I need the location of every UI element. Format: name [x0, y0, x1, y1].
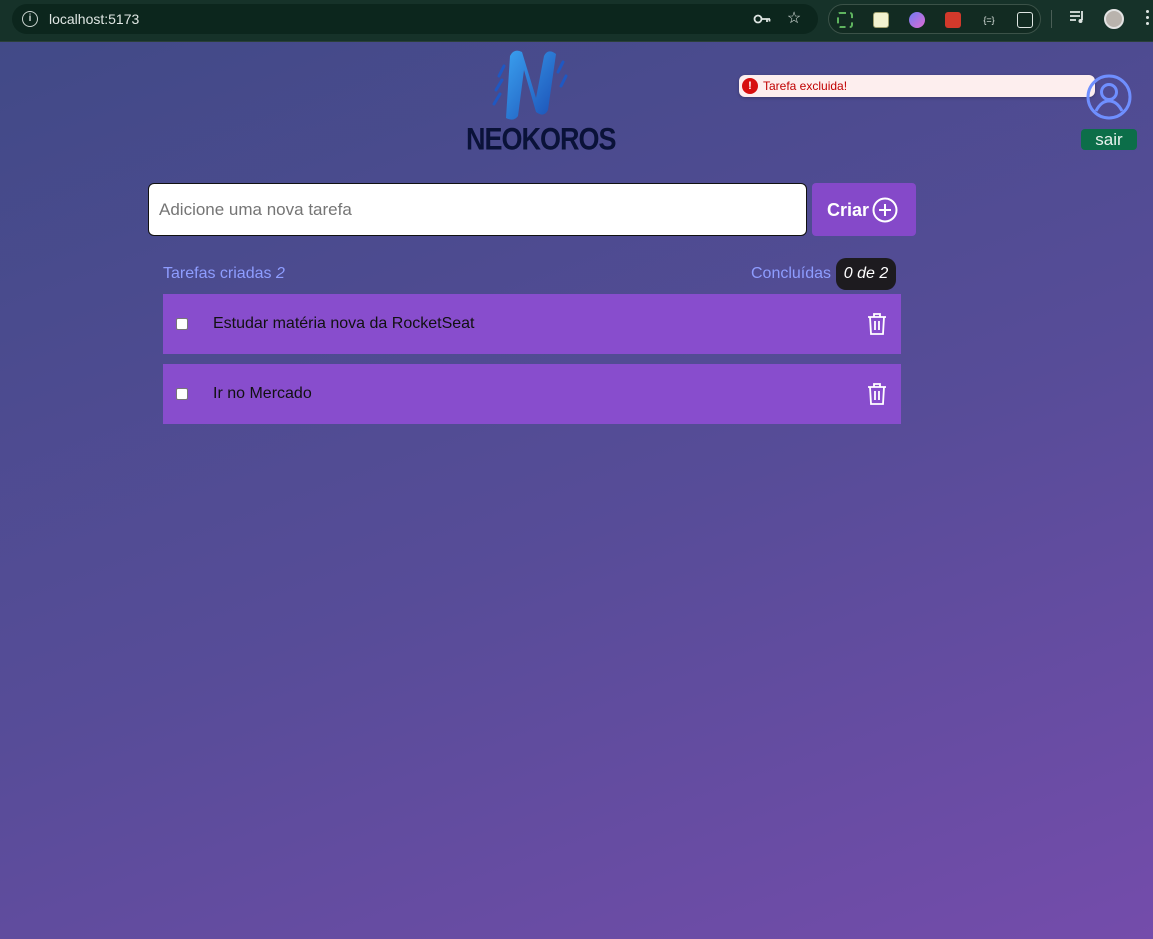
create-task-button[interactable]: Criar — [812, 183, 916, 236]
password-key-icon[interactable] — [752, 10, 772, 28]
logout-button[interactable]: sair — [1081, 129, 1137, 150]
red-extension-icon[interactable] — [945, 12, 961, 28]
address-bar[interactable]: i localhost:5173 ☆ — [12, 4, 818, 34]
toast-message: Tarefa excluida! — [763, 79, 848, 93]
user-circle-icon[interactable] — [1085, 73, 1133, 121]
browser-toolbar: i localhost:5173 ☆ {=} — [0, 0, 1153, 42]
done-tasks-label: Concluídas — [751, 265, 832, 282]
trash-icon[interactable] — [866, 382, 888, 406]
done-tasks-badge: 0 de 2 — [836, 258, 896, 290]
task-text: Estudar matéria nova da RocketSeat — [213, 315, 475, 332]
plus-circle-icon — [872, 197, 898, 223]
app-logo: NEOKOROS — [466, 46, 617, 157]
profile-avatar[interactable] — [1104, 9, 1124, 29]
task-text: Ir no Mercado — [213, 385, 312, 402]
new-task-input[interactable] — [148, 183, 807, 236]
sheets-extension-icon[interactable] — [873, 12, 889, 28]
gradient-extension-icon[interactable] — [909, 12, 925, 28]
created-tasks-counter: Tarefas criadas 2 — [163, 265, 285, 283]
trash-icon[interactable] — [866, 312, 888, 336]
puzzle-extensions-icon[interactable] — [1017, 12, 1033, 28]
task-checkbox[interactable] — [176, 388, 188, 400]
toolbar-divider — [1051, 10, 1052, 28]
task-checkbox[interactable] — [176, 318, 188, 330]
logo-text: NEOKOROS — [466, 121, 617, 157]
screen-capture-extension-icon[interactable] — [837, 12, 853, 28]
json-extension-icon[interactable]: {=} — [981, 12, 997, 28]
browser-menu-icon[interactable] — [1146, 10, 1150, 28]
bookmark-star-icon[interactable]: ☆ — [784, 10, 804, 28]
address-url[interactable]: localhost:5173 — [49, 11, 139, 27]
created-tasks-count: 2 — [275, 265, 285, 282]
logo-mark-icon — [492, 50, 568, 120]
task-item: Estudar matéria nova da RocketSeat — [163, 294, 901, 354]
media-queue-icon[interactable] — [1069, 10, 1085, 28]
create-button-label: Criar — [827, 200, 870, 220]
task-item: Ir no Mercado — [163, 364, 901, 424]
error-icon: ! — [742, 78, 758, 94]
site-info-icon[interactable]: i — [22, 11, 38, 27]
extensions-area: {=} — [828, 4, 1041, 34]
toast-notification: ! Tarefa excluida! — [739, 75, 1095, 97]
created-tasks-label: Tarefas criadas — [163, 265, 272, 282]
